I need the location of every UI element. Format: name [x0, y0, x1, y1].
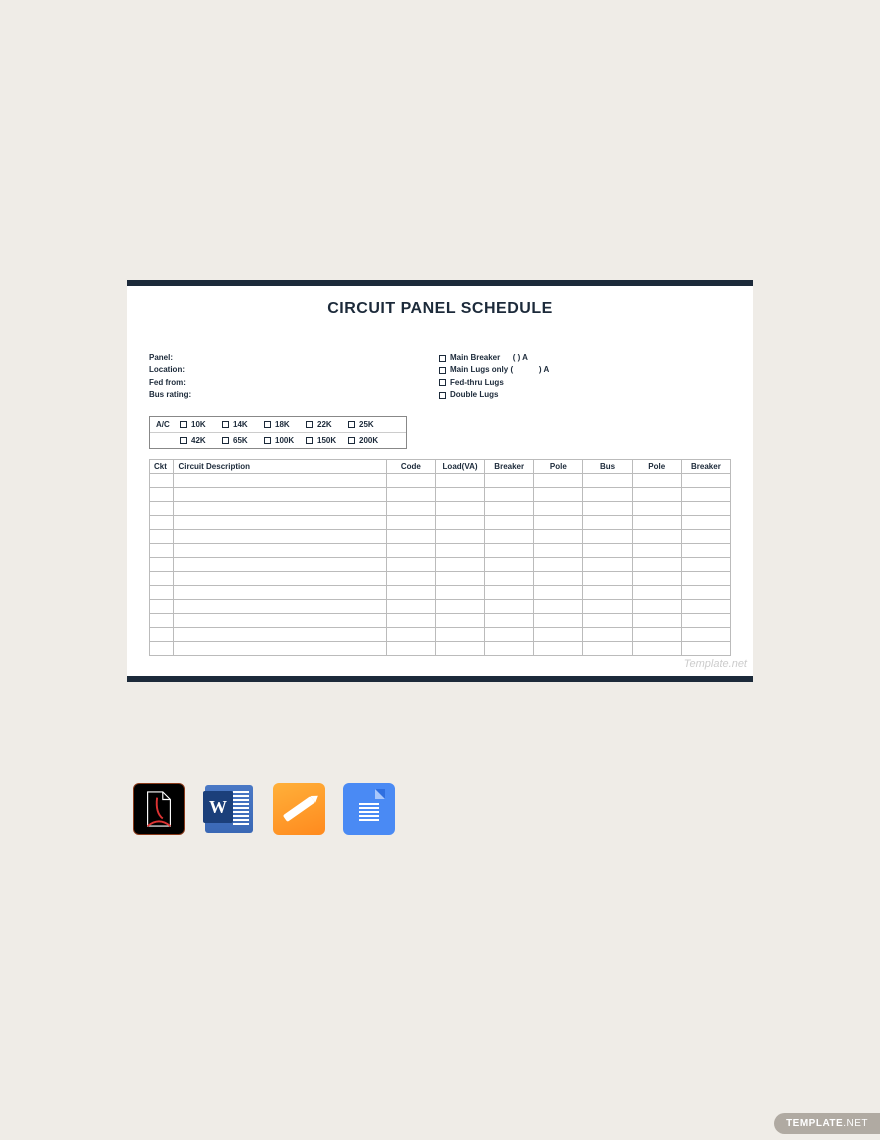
checkbox-icon [222, 421, 229, 428]
label-main-lugs-suffix: ) A [539, 364, 549, 376]
checkbox-icon [439, 355, 446, 362]
table-row [150, 487, 731, 501]
checkbox-icon [180, 437, 187, 444]
table-row [150, 543, 731, 557]
table-row [150, 529, 731, 543]
checkbox-icon [222, 437, 229, 444]
checkbox-icon [439, 392, 446, 399]
info-left: Panel: Location: Fed from: Bus rating: [149, 352, 439, 402]
label-double-lugs: Double Lugs [450, 389, 498, 401]
checkbox-icon [264, 421, 271, 428]
table-row [150, 557, 731, 571]
table-row [150, 473, 731, 487]
checkbox-icon [180, 421, 187, 428]
watermark: Template.net [684, 658, 747, 670]
label-location: Location: [149, 364, 439, 376]
ac-label: A/C [156, 420, 180, 429]
checkbox-icon [348, 421, 355, 428]
document-preview: CIRCUIT PANEL SCHEDULE Panel: Location: … [127, 280, 753, 682]
checkbox-icon [306, 421, 313, 428]
label-fed-from: Fed from: [149, 377, 439, 389]
label-main-lugs: Main Lugs only ( [450, 364, 513, 376]
pdf-icon[interactable] [133, 783, 185, 835]
table-row [150, 585, 731, 599]
checkbox-icon [264, 437, 271, 444]
label-main-breaker: Main Breaker [450, 352, 500, 364]
word-icon[interactable]: W [203, 783, 255, 835]
table-row [150, 641, 731, 655]
checkbox-icon [306, 437, 313, 444]
table-row [150, 501, 731, 515]
checkbox-icon [348, 437, 355, 444]
google-docs-icon[interactable] [343, 783, 395, 835]
page-title: CIRCUIT PANEL SCHEDULE [149, 300, 731, 318]
ac-row-2: 42K 65K 100K 150K 200K [150, 432, 406, 448]
table-row [150, 613, 731, 627]
checkbox-icon [439, 379, 446, 386]
table-row [150, 599, 731, 613]
label-panel: Panel: [149, 352, 439, 364]
checkbox-icon [439, 367, 446, 374]
label-bus-rating: Bus rating: [149, 389, 439, 401]
table-header-row: Ckt Circuit Description Code Load(VA) Br… [150, 459, 731, 473]
schedule-table: Ckt Circuit Description Code Load(VA) Br… [149, 459, 731, 656]
label-main-breaker-suffix: ( ) A [513, 352, 528, 364]
brand-main: TEMPLATE [786, 1118, 843, 1129]
label-fed-thru: Fed-thru Lugs [450, 377, 504, 389]
brand-net: .NET [843, 1118, 868, 1129]
table-row [150, 627, 731, 641]
table-row [150, 515, 731, 529]
ac-row-1: A/C 10K 14K 18K 22K 25K [150, 417, 406, 432]
brand-badge[interactable]: TEMPLATE.NET [774, 1113, 880, 1134]
file-format-icons: W [133, 783, 395, 835]
info-right: Main Breaker ( ) A Main Lugs only ( ) A … [439, 352, 549, 402]
info-section: Panel: Location: Fed from: Bus rating: M… [149, 352, 731, 402]
ac-options-box: A/C 10K 14K 18K 22K 25K 42K 65K 100K 150… [149, 416, 407, 449]
pages-icon[interactable] [273, 783, 325, 835]
table-row [150, 571, 731, 585]
